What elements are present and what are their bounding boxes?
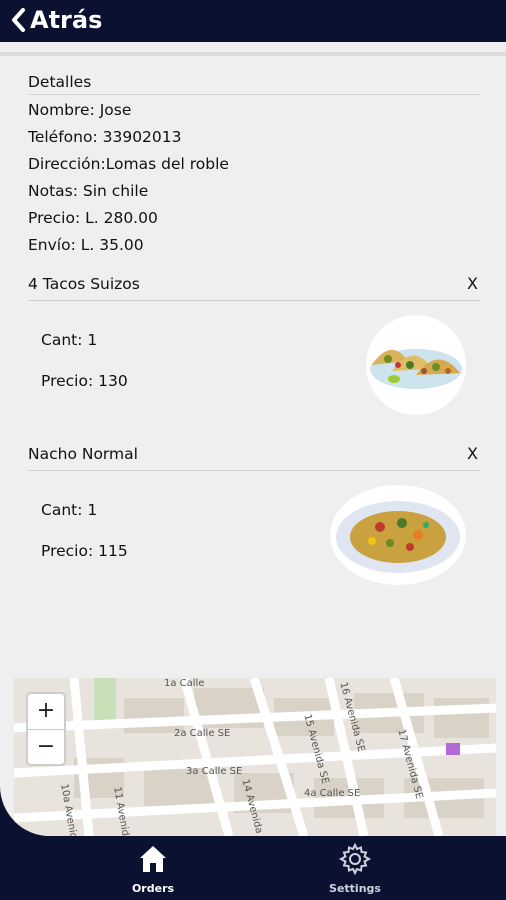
item-quantity: Cant: 1 xyxy=(41,501,98,519)
map-street-labels: 1a Calle 2a Calle SE 3a Calle SE 4a Call… xyxy=(14,678,496,836)
street-label: 15 Avenida SE xyxy=(301,713,331,786)
top-divider xyxy=(0,52,506,56)
item-body: Cant: 1 Precio: 115 xyxy=(28,471,480,585)
customer-name: Nombre: Jose xyxy=(28,101,132,119)
order-notes: Notas: Sin chile xyxy=(28,182,149,200)
street-label: 14 Avenida SE xyxy=(239,778,269,836)
back-label: Atrás xyxy=(30,6,103,34)
order-item: Nacho Normal X Cant: 1 Precio: 115 xyxy=(28,444,480,585)
bottom-nav: Orders Settings xyxy=(0,836,506,900)
street-label: 2a Calle SE xyxy=(174,728,231,739)
customer-phone: Teléfono: 33902013 xyxy=(28,128,182,146)
details-title: Detalles xyxy=(28,72,480,95)
item-header: Nacho Normal X xyxy=(28,444,480,471)
nav-orders[interactable]: Orders xyxy=(93,842,213,895)
item-price: Precio: 130 xyxy=(41,372,128,390)
item-price: Precio: 115 xyxy=(41,542,128,560)
customer-address: Dirección:Lomas del roble xyxy=(28,155,229,173)
item-body: Cant: 1 Precio: 130 xyxy=(28,301,480,415)
chevron-left-icon xyxy=(12,8,25,32)
order-price: Precio: L. 280.00 xyxy=(28,209,158,227)
item-name: 4 Tacos Suizos xyxy=(28,275,140,293)
street-label: 16 Avenida SE xyxy=(337,681,367,754)
tacos-image xyxy=(366,315,466,415)
street-label: 1a Calle xyxy=(164,678,205,689)
street-label: 3a Calle SE xyxy=(186,766,243,777)
nachos-image xyxy=(330,485,466,585)
street-label: 17 Avenida SE xyxy=(395,728,425,801)
gear-icon xyxy=(338,842,372,876)
order-shipping: Envío: L. 35.00 xyxy=(28,236,144,254)
remove-item-button[interactable]: X xyxy=(467,444,480,470)
item-header: 4 Tacos Suizos X xyxy=(28,274,480,301)
details-section: Detalles Nombre: Jose Teléfono: 33902013… xyxy=(28,72,480,262)
nav-settings-label: Settings xyxy=(329,882,381,895)
back-button[interactable]: Atrás xyxy=(10,6,102,34)
order-item: 4 Tacos Suizos X Cant: 1 Precio: 130 xyxy=(28,274,480,415)
item-name: Nacho Normal xyxy=(28,445,138,463)
home-icon xyxy=(140,846,166,872)
nav-orders-label: Orders xyxy=(131,882,175,895)
nav-settings[interactable]: Settings xyxy=(295,842,415,895)
app-header: Atrás xyxy=(0,0,506,42)
order-detail-screen: Detalles Nombre: Jose Teléfono: 33902013… xyxy=(0,42,506,836)
street-label: 11 Avenida xyxy=(111,786,132,836)
remove-item-button[interactable]: X xyxy=(467,274,480,300)
item-quantity: Cant: 1 xyxy=(41,331,98,349)
map-view[interactable]: + − 1a Calle 2a Calle SE 3a Calle SE 4a … xyxy=(14,678,496,836)
street-label: 4a Calle SE xyxy=(304,788,361,799)
street-label: 10a Avenida xyxy=(58,783,80,836)
